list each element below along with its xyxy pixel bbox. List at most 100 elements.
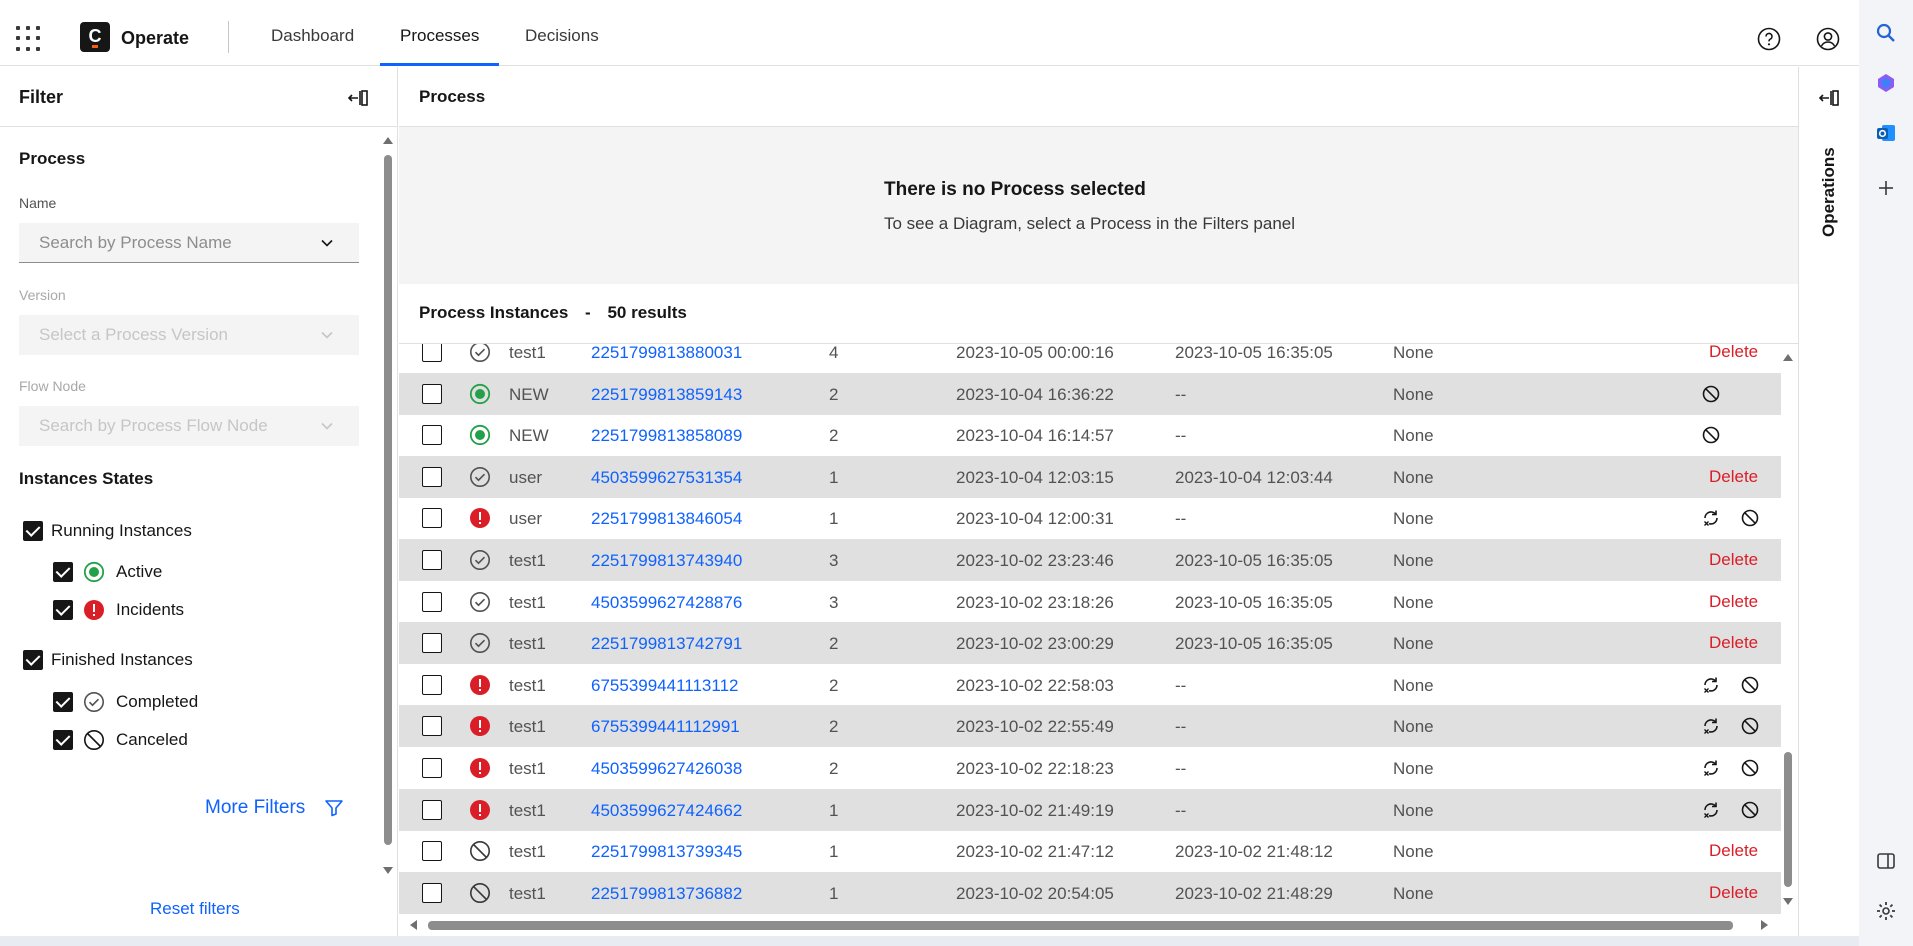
table-row[interactable]: test1 2251799813739345 1 2023-10-02 21:47:1… bbox=[399, 830, 1781, 872]
scroll-down-arrow-icon[interactable] bbox=[383, 867, 393, 874]
table-row[interactable]: test1 2251799813742791 2 2023-10-02 23:00:2… bbox=[399, 622, 1781, 665]
incidents-label[interactable]: Incidents bbox=[116, 600, 184, 620]
canceled-checkbox[interactable] bbox=[53, 730, 73, 750]
chevron-down-icon[interactable] bbox=[319, 235, 335, 251]
active-label[interactable]: Active bbox=[116, 562, 162, 582]
instance-key-link[interactable]: 6755399441113112 bbox=[591, 676, 739, 696]
tab-dashboard[interactable]: Dashboard bbox=[251, 4, 374, 66]
row-checkbox[interactable] bbox=[422, 508, 442, 529]
delete-button[interactable]: Delete bbox=[1709, 344, 1758, 362]
finished-instances-checkbox[interactable] bbox=[23, 650, 43, 670]
canceled-label[interactable]: Canceled bbox=[116, 730, 188, 750]
retry-instance-icon[interactable] bbox=[1701, 758, 1721, 778]
copilot-icon[interactable] bbox=[1875, 72, 1897, 94]
table-row[interactable]: test1 2251799813736882 1 2023-10-02 20:54:0… bbox=[399, 871, 1781, 914]
more-filters-button[interactable]: More Filters bbox=[205, 797, 305, 819]
table-scroll-down-arrow-icon[interactable] bbox=[1783, 898, 1793, 905]
app-name[interactable]: Operate bbox=[121, 28, 189, 49]
finished-instances-label[interactable]: Finished Instances bbox=[51, 650, 193, 670]
row-checkbox[interactable] bbox=[422, 591, 442, 612]
completed-label[interactable]: Completed bbox=[116, 692, 198, 712]
instance-key-link[interactable]: 2251799813739345 bbox=[591, 842, 742, 862]
incidents-checkbox[interactable] bbox=[53, 600, 73, 620]
cancel-instance-icon[interactable] bbox=[1740, 716, 1760, 736]
table-row[interactable]: NEW 2251799813859143 2 2023-10-04 16:36:22 -… bbox=[399, 372, 1781, 415]
retry-instance-icon[interactable] bbox=[1701, 508, 1721, 528]
table-row[interactable]: user 4503599627531354 1 2023-10-04 12:03:15… bbox=[399, 455, 1781, 498]
operations-label[interactable]: Operations bbox=[1819, 147, 1839, 237]
table-row[interactable]: test1 4503599627424662 1 2023-10-02 21:49:1… bbox=[399, 788, 1781, 831]
sidebar-toggle-icon[interactable] bbox=[1875, 850, 1897, 872]
instance-key-link[interactable]: 4503599627424662 bbox=[591, 801, 742, 821]
table-row[interactable]: test1 4503599627426038 2 2023-10-02 22:18:2… bbox=[399, 747, 1781, 789]
collapse-filter-icon[interactable] bbox=[347, 87, 369, 109]
instance-key-link[interactable]: 2251799813880031 bbox=[591, 344, 742, 363]
retry-instance-icon[interactable] bbox=[1701, 716, 1721, 736]
outlook-icon[interactable] bbox=[1875, 122, 1897, 144]
delete-button[interactable]: Delete bbox=[1709, 467, 1758, 487]
cancel-instance-icon[interactable] bbox=[1740, 675, 1760, 695]
row-checkbox[interactable] bbox=[422, 633, 442, 654]
row-checkbox[interactable] bbox=[422, 716, 442, 737]
cancel-instance-icon[interactable] bbox=[1740, 800, 1760, 820]
instance-key-link[interactable]: 2251799813743940 bbox=[591, 551, 742, 571]
table-row[interactable]: test1 6755399441112991 2 2023-10-02 22:55:4… bbox=[399, 705, 1781, 748]
instance-key-link[interactable]: 4503599627531354 bbox=[591, 468, 742, 488]
active-checkbox[interactable] bbox=[53, 562, 73, 582]
retry-instance-icon[interactable] bbox=[1701, 675, 1721, 695]
row-checkbox[interactable] bbox=[422, 425, 442, 446]
table-scroll-up-arrow-icon[interactable] bbox=[1783, 354, 1793, 361]
table-vertical-scroll-thumb[interactable] bbox=[1784, 752, 1792, 887]
filter-scroll-thumb[interactable] bbox=[384, 155, 392, 845]
row-checkbox[interactable] bbox=[422, 758, 442, 778]
delete-button[interactable]: Delete bbox=[1709, 883, 1758, 903]
table-row[interactable]: user 2251799813846054 1 2023-10-04 12:00:31… bbox=[399, 497, 1781, 539]
delete-button[interactable]: Delete bbox=[1709, 633, 1758, 653]
row-checkbox[interactable] bbox=[422, 550, 442, 570]
expand-operations-icon[interactable] bbox=[1818, 87, 1840, 109]
table-row[interactable]: test1 4503599627428876 3 2023-10-02 23:18:2… bbox=[399, 581, 1781, 623]
camunda-logo[interactable]: C bbox=[80, 22, 110, 52]
table-horizontal-scroll-thumb[interactable] bbox=[428, 921, 1733, 930]
delete-button[interactable]: Delete bbox=[1709, 592, 1758, 612]
instance-key-link[interactable]: 4503599627426038 bbox=[591, 759, 742, 779]
process-name-combobox[interactable]: Search by Process Name bbox=[19, 223, 359, 263]
table-scroll-right-arrow-icon[interactable] bbox=[1761, 920, 1768, 930]
table-scroll-left-arrow-icon[interactable] bbox=[410, 920, 417, 930]
row-checkbox[interactable] bbox=[422, 841, 442, 862]
tab-processes[interactable]: Processes bbox=[380, 4, 500, 66]
scroll-up-arrow-icon[interactable] bbox=[383, 137, 393, 144]
completed-checkbox[interactable] bbox=[53, 692, 73, 712]
delete-button[interactable]: Delete bbox=[1709, 550, 1758, 570]
add-icon[interactable] bbox=[1875, 177, 1897, 199]
row-checkbox[interactable] bbox=[422, 466, 442, 487]
row-checkbox[interactable] bbox=[422, 344, 442, 362]
app-switcher-icon[interactable] bbox=[14, 24, 44, 54]
settings-gear-icon[interactable] bbox=[1875, 900, 1897, 922]
row-checkbox[interactable] bbox=[422, 799, 442, 820]
cancel-instance-icon[interactable] bbox=[1740, 758, 1760, 778]
instance-key-link[interactable]: 4503599627428876 bbox=[591, 593, 742, 613]
cancel-instance-icon[interactable] bbox=[1701, 425, 1721, 445]
row-checkbox[interactable] bbox=[422, 674, 442, 695]
running-instances-label[interactable]: Running Instances bbox=[51, 521, 192, 541]
running-instances-checkbox[interactable] bbox=[23, 521, 43, 541]
reset-filters-button[interactable]: Reset filters bbox=[150, 899, 240, 919]
instance-key-link[interactable]: 2251799813858089 bbox=[591, 426, 742, 446]
user-avatar-icon[interactable] bbox=[1815, 26, 1841, 52]
instance-key-link[interactable]: 6755399441112991 bbox=[591, 717, 740, 737]
retry-instance-icon[interactable] bbox=[1701, 800, 1721, 820]
table-row[interactable]: test1 2251799813880031 4 2023-10-05 00:00:1… bbox=[399, 344, 1781, 373]
instance-key-link[interactable]: 2251799813736882 bbox=[591, 884, 742, 904]
filter-funnel-icon[interactable] bbox=[324, 798, 344, 818]
table-row[interactable]: NEW 2251799813858089 2 2023-10-04 16:14:57 -… bbox=[399, 414, 1781, 456]
delete-button[interactable]: Delete bbox=[1709, 841, 1758, 861]
instance-key-link[interactable]: 2251799813846054 bbox=[591, 509, 742, 529]
search-icon[interactable] bbox=[1875, 22, 1897, 44]
tab-decisions[interactable]: Decisions bbox=[505, 4, 619, 66]
table-row[interactable]: test1 6755399441113112 2 2023-10-02 22:58:0… bbox=[399, 664, 1781, 706]
cancel-instance-icon[interactable] bbox=[1740, 508, 1760, 528]
row-checkbox[interactable] bbox=[422, 882, 442, 903]
table-row[interactable]: test1 2251799813743940 3 2023-10-02 23:23:4… bbox=[399, 539, 1781, 581]
help-icon[interactable] bbox=[1756, 26, 1782, 52]
